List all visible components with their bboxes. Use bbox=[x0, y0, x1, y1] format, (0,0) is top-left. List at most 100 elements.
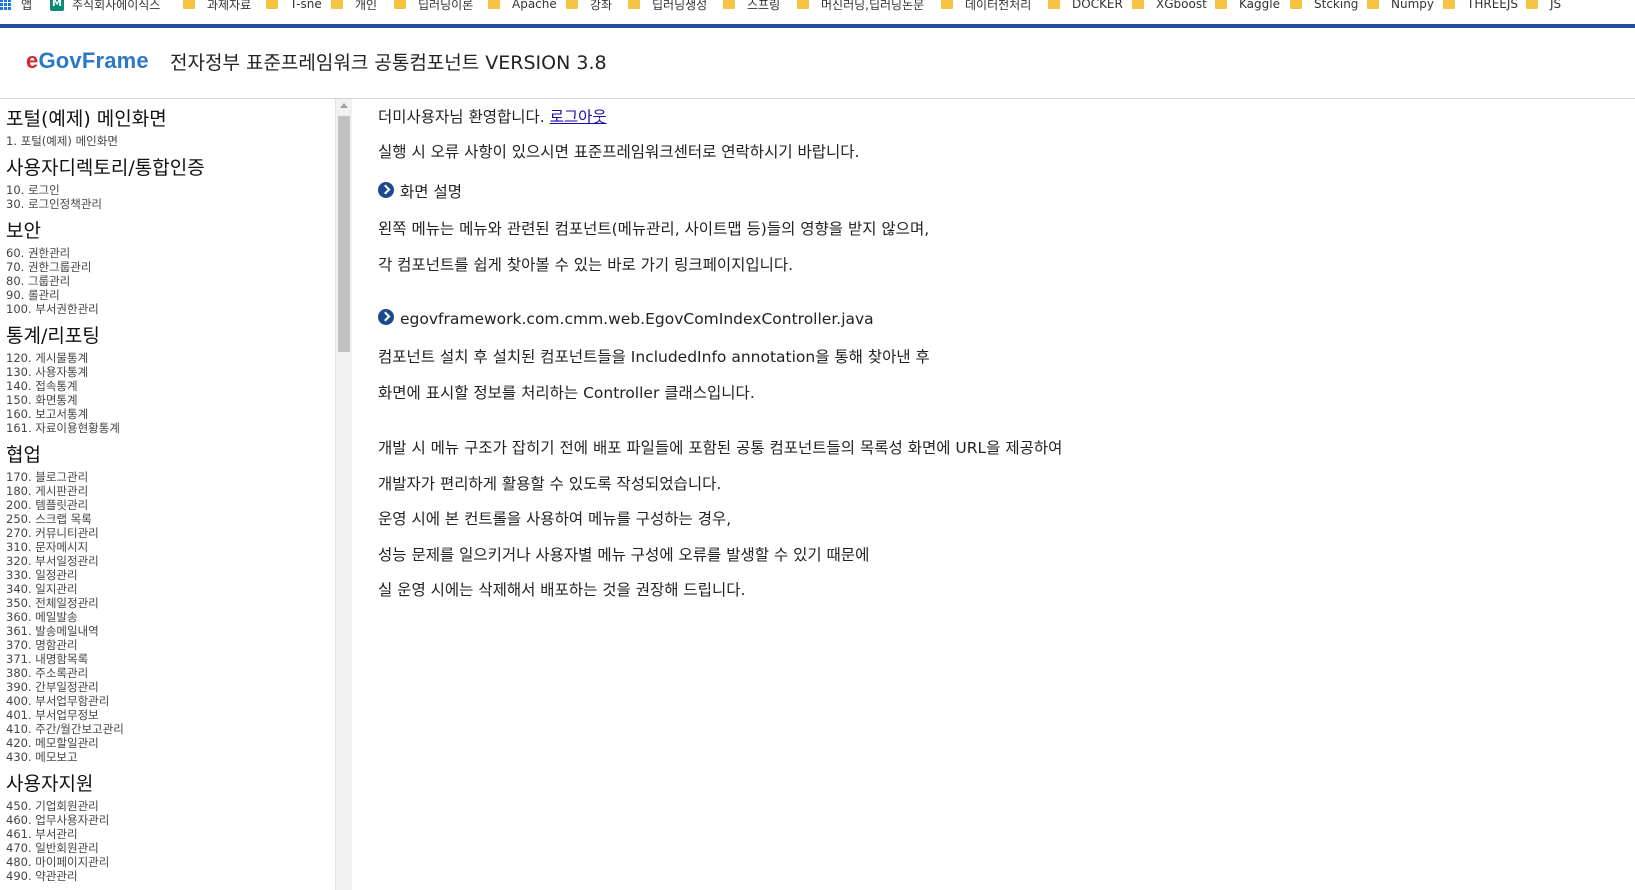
bookmark-label: Stcking bbox=[1314, 0, 1359, 11]
page-header: eGovFrame 전자정부 표준프레임워크 공통컴포넌트 VERSION 3.… bbox=[0, 28, 1635, 99]
sidebar-menu-link[interactable]: 160. 보고서통계 bbox=[6, 407, 335, 421]
apps-grid-icon bbox=[0, 0, 11, 10]
sidebar-menu-link[interactable]: 1. 포털(예제) 메인화면 bbox=[6, 134, 335, 148]
sidebar-menu-link[interactable]: 401. 부서업무정보 bbox=[6, 708, 335, 722]
description-line: 각 컴포넌트를 쉽게 찾아볼 수 있는 바로 가기 링크페이지입니다. bbox=[378, 256, 794, 274]
sidebar-scrollbar[interactable] bbox=[336, 99, 352, 890]
sidebar-section-title: 포털(예제) 메인화면 bbox=[6, 108, 167, 130]
bookmark-folder[interactable]: 딥러닝생성 bbox=[628, 0, 707, 14]
section-heading: 화면 설명 bbox=[378, 180, 462, 202]
sidebar-section-title: 사용자디렉토리/통합인증 bbox=[6, 157, 205, 179]
sidebar-menu-link[interactable]: 320. 부서일정관리 bbox=[6, 554, 335, 568]
folder-icon bbox=[394, 0, 406, 9]
bookmark-folder[interactable]: 스프링 bbox=[723, 0, 780, 14]
bookmark-folder[interactable]: THREEJS bbox=[1443, 0, 1518, 14]
bookmark-folder[interactable]: Apache bbox=[488, 0, 557, 14]
sidebar-menu-link[interactable]: 180. 게시판관리 bbox=[6, 484, 335, 498]
sidebar-menu-link[interactable]: 370. 명함관리 bbox=[6, 638, 335, 652]
sidebar-menu-link[interactable]: 490. 약관관리 bbox=[6, 869, 335, 883]
bookmark-folder[interactable]: 과제자료 bbox=[183, 0, 251, 14]
bookmark-label: XGboost bbox=[1156, 0, 1207, 11]
sidebar-menu-link[interactable]: 100. 부서권한관리 bbox=[6, 302, 335, 316]
sidebar-menu-link[interactable]: 80. 그룹관리 bbox=[6, 274, 335, 288]
bookmark-folder[interactable]: 강좌 bbox=[566, 0, 612, 14]
folder-icon bbox=[331, 0, 343, 9]
sidebar-menu-link[interactable]: 420. 메모할일관리 bbox=[6, 736, 335, 750]
sidebar-menu-link[interactable]: 350. 전체일정관리 bbox=[6, 596, 335, 610]
sidebar-section: 포털(예제) 메인화면 1. 포털(예제) 메인화면 bbox=[6, 107, 335, 148]
bookmark-label: Numpy bbox=[1391, 0, 1434, 11]
sidebar-menu-link[interactable]: 310. 문자메시지 bbox=[6, 540, 335, 554]
main-content: 더미사용자님 환영합니다. 로그아웃 실행 시 오류 사항이 있으시면 표준프레… bbox=[378, 99, 1598, 879]
bookmark-folder[interactable]: 데이터전처리 bbox=[941, 0, 1031, 14]
folder-icon bbox=[183, 0, 195, 9]
bookmark-folder[interactable]: DOCKER bbox=[1048, 0, 1123, 14]
sidebar-menu-link[interactable]: 360. 메일발송 bbox=[6, 610, 335, 624]
sidebar-menu-link[interactable]: 170. 블로그관리 bbox=[6, 470, 335, 484]
sidebar-menu-link[interactable]: 330. 일정관리 bbox=[6, 568, 335, 582]
sidebar-menu-link[interactable]: 30. 로그인정책관리 bbox=[6, 197, 335, 211]
page-title: 전자정부 표준프레임워크 공통컴포넌트 VERSION 3.8 bbox=[170, 52, 607, 74]
bookmark-label: 과제자료 bbox=[207, 0, 252, 12]
logout-link[interactable]: 로그아웃 bbox=[550, 108, 607, 126]
sidebar-menu-link[interactable]: 10. 로그인 bbox=[6, 183, 335, 197]
bookmark-folder[interactable]: 개인 bbox=[331, 0, 377, 14]
sidebar-menu-link[interactable]: 380. 주소록관리 bbox=[6, 666, 335, 680]
sidebar-menu-link[interactable]: 340. 일지관리 bbox=[6, 582, 335, 596]
sidebar-menu-link[interactable]: 130. 사용자통계 bbox=[6, 365, 335, 379]
bookmark-item[interactable]: M 주식회사에이식스 bbox=[50, 0, 160, 14]
egovframe-logo[interactable]: eGovFrame bbox=[26, 48, 149, 74]
welcome-line: 더미사용자님 환영합니다. 로그아웃 bbox=[378, 105, 607, 127]
bookmark-label: 딥러닝이론 bbox=[418, 0, 474, 12]
folder-icon bbox=[1132, 0, 1144, 9]
sidebar-menu-link[interactable]: 270. 커뮤니티관리 bbox=[6, 526, 335, 540]
section-heading: egovframework.com.cmm.web.EgovComIndexCo… bbox=[378, 309, 874, 328]
sidebar-section: 협업 170. 블로그관리 180. 게시판관리 200. 템플릿관리 250. 스크랩… bbox=[6, 443, 335, 764]
sidebar-section: 보안 60. 권한관리 70. 권한그룹관리 80. 그룹관리 90. 롤관리 100. … bbox=[6, 219, 335, 316]
sidebar-menu-link[interactable]: 150. 화면통계 bbox=[6, 393, 335, 407]
bookmark-apps[interactable]: 앱 bbox=[0, 0, 32, 14]
sidebar-menu-link[interactable]: 410. 주간/월간보고관리 bbox=[6, 722, 335, 736]
sidebar-menu-link[interactable]: 371. 내명함목록 bbox=[6, 652, 335, 666]
sidebar-menu-link[interactable]: 430. 메모보고 bbox=[6, 750, 335, 764]
description-line: 개발자가 편리하게 활용할 수 있도록 작성되었습니다. bbox=[378, 475, 722, 493]
bookmark-folder[interactable]: 머신러닝,딥러닝논문 bbox=[797, 0, 924, 14]
sidebar-menu-link[interactable]: 60. 권한관리 bbox=[6, 246, 335, 260]
sidebar-menu-link[interactable]: 450. 기업회원관리 bbox=[6, 799, 335, 813]
logo-letter-e: e bbox=[26, 48, 39, 73]
bookmark-label: Kaggle bbox=[1239, 0, 1280, 11]
scroll-up-arrow-icon[interactable] bbox=[340, 103, 348, 108]
sidebar-menu-link[interactable]: 161. 자료이용현황통계 bbox=[6, 421, 335, 435]
sidebar-menu-link[interactable]: 200. 템플릿관리 bbox=[6, 498, 335, 512]
sidebar-section-title: 사용자지원 bbox=[6, 773, 94, 795]
sidebar-menu-link[interactable]: 390. 간부일정관리 bbox=[6, 680, 335, 694]
section-title: egovframework.com.cmm.web.EgovComIndexCo… bbox=[400, 310, 874, 328]
sidebar-menu-link[interactable]: 470. 일반회원관리 bbox=[6, 841, 335, 855]
bookmark-folder[interactable]: JS bbox=[1526, 0, 1561, 14]
sidebar-menu-link[interactable]: 461. 부서관리 bbox=[6, 827, 335, 841]
bookmark-folder[interactable]: Numpy bbox=[1367, 0, 1434, 14]
description-line: 화면에 표시할 정보를 처리하는 Controller 클래스입니다. bbox=[378, 384, 755, 402]
chevron-right-circle-icon bbox=[378, 182, 394, 198]
sidebar-menu-link[interactable]: 140. 접속통계 bbox=[6, 379, 335, 393]
folder-icon bbox=[628, 0, 640, 9]
sidebar-menu-link[interactable]: 480. 마이페이지관리 bbox=[6, 855, 335, 869]
description-line: 컴포넌트 설치 후 설치된 컴포넌트들을 IncludedInfo annota… bbox=[378, 348, 930, 366]
sidebar-menu-link[interactable]: 70. 권한그룹관리 bbox=[6, 260, 335, 274]
bookmark-folder[interactable]: 딥러닝이론 bbox=[394, 0, 473, 14]
sidebar-menu-link[interactable]: 460. 업무사용자관리 bbox=[6, 813, 335, 827]
sidebar-menu-link[interactable]: 120. 게시물통계 bbox=[6, 351, 335, 365]
welcome-text: 더미사용자님 환영합니다. bbox=[378, 108, 545, 126]
bookmark-folder[interactable]: T-sne bbox=[266, 0, 322, 14]
sidebar-menu-link[interactable]: 90. 롤관리 bbox=[6, 288, 335, 302]
folder-icon bbox=[488, 0, 500, 9]
bookmark-folder[interactable]: XGboost bbox=[1132, 0, 1207, 14]
sidebar-menu-link[interactable]: 400. 부서업무함관리 bbox=[6, 694, 335, 708]
bookmark-folder[interactable]: Kaggle bbox=[1215, 0, 1280, 14]
sidebar-menu-link[interactable]: 361. 발송메일내역 bbox=[6, 624, 335, 638]
sidebar-menu-link[interactable]: 250. 스크랩 목록 bbox=[6, 512, 335, 526]
bookmark-folder[interactable]: Stcking bbox=[1290, 0, 1358, 14]
scroll-thumb[interactable] bbox=[338, 116, 350, 352]
description-line: 개발 시 메뉴 구조가 잡히기 전에 배포 파일들에 포함된 공통 컴포넌트들의… bbox=[378, 439, 1063, 457]
bookmark-label: 강좌 bbox=[590, 0, 613, 12]
